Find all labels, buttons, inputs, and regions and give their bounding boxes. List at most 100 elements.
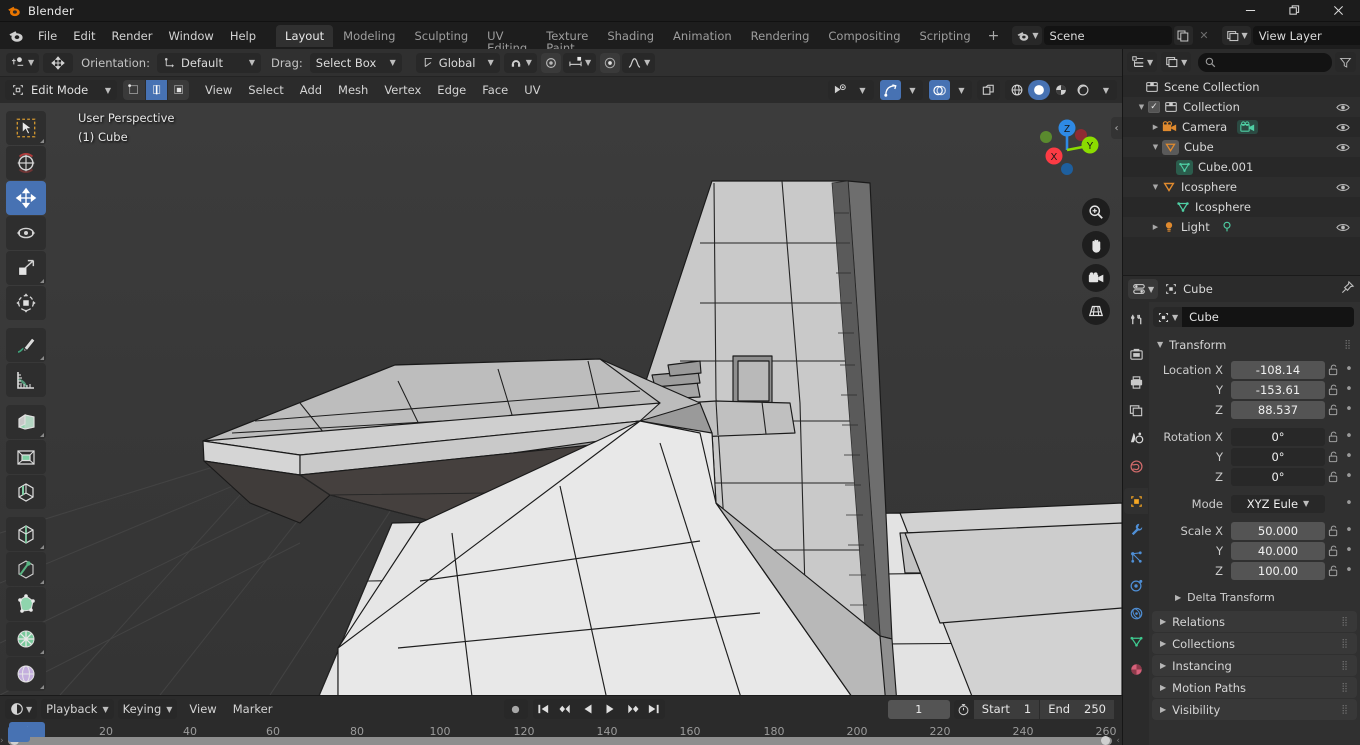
knife-tool[interactable]	[6, 552, 46, 586]
output-tab[interactable]	[1124, 369, 1148, 395]
visibility-eye-icon[interactable]	[1336, 102, 1350, 113]
chevron-down-icon[interactable]: ▼	[1149, 183, 1162, 191]
stopwatch-icon[interactable]	[954, 703, 974, 716]
lock-icon[interactable]	[1325, 451, 1342, 463]
toggle-xray-icon[interactable]	[978, 80, 999, 100]
smooth-tool[interactable]	[6, 657, 46, 691]
viewport-menu-face[interactable]: Face	[474, 80, 516, 100]
outliner-row-scene-collection[interactable]: Scene Collection	[1123, 77, 1360, 97]
tool-tab[interactable]	[1124, 306, 1148, 332]
viewlayer-browse-button[interactable]: ▼	[1221, 26, 1251, 45]
face-select-icon[interactable]	[167, 80, 189, 100]
viewport-menu-select[interactable]: Select	[240, 80, 291, 100]
inset-faces-tool[interactable]	[6, 440, 46, 474]
camera-data-icon[interactable]	[1237, 120, 1259, 134]
visibility-chevron-down-icon[interactable]: ▼	[851, 80, 872, 100]
start-frame-field[interactable]: Start 1	[973, 699, 1040, 719]
scene-tab[interactable]	[1124, 425, 1148, 451]
view-layer-tab[interactable]	[1124, 397, 1148, 423]
snap-to-increment-icon[interactable]: ▼	[562, 52, 597, 73]
location-y-field[interactable]: -153.61	[1231, 380, 1325, 399]
blender-menu-icon[interactable]	[8, 28, 24, 44]
scale-y-field[interactable]: 40.000	[1231, 541, 1325, 560]
animate-property-dot[interactable]: •	[1342, 430, 1356, 443]
render-tab[interactable]	[1124, 341, 1148, 367]
proportional-editing-toggle[interactable]	[600, 52, 621, 73]
rotation-z-field[interactable]: 0°	[1231, 467, 1325, 486]
outliner-filter-display-icon[interactable]: ▼	[1161, 52, 1192, 72]
rotate-tool[interactable]	[6, 216, 46, 250]
3d-viewport[interactable]: User Perspective (1) Cube Z Y X ‹	[0, 103, 1122, 695]
transform-tool[interactable]	[6, 286, 46, 320]
smooth-falloff-icon[interactable]: ▼	[622, 52, 656, 73]
scale-x-field[interactable]: 50.000	[1231, 521, 1325, 540]
remove-scene-icon[interactable]: ✕	[1195, 26, 1214, 45]
cursor-tool[interactable]	[6, 146, 46, 180]
location-z-field[interactable]: 88.537	[1231, 400, 1325, 419]
properties-editor-icon[interactable]: ▼	[1128, 279, 1159, 299]
scene-browse-button[interactable]: ▼	[1012, 26, 1042, 45]
visibility-panel-header[interactable]: ▶ Visibility ⣿	[1152, 699, 1357, 720]
filter-icon[interactable]	[1335, 52, 1356, 72]
outliner-row-icosphere[interactable]: ▼ Icosphere	[1123, 177, 1360, 197]
camera-view-icon[interactable]	[1082, 264, 1110, 292]
light-data-icon[interactable]	[1220, 220, 1234, 234]
move-gizmo-icon[interactable]	[43, 52, 74, 73]
timeline-ruler[interactable]: 20 40 60 80 100 120 140 160 180 200 220 …	[0, 722, 1122, 745]
location-x-field[interactable]: -108.14	[1231, 360, 1325, 379]
outliner-row-icosphere-data[interactable]: Icosphere	[1123, 197, 1360, 217]
animate-property-dot[interactable]: •	[1342, 544, 1356, 557]
rotation-x-field[interactable]: 0°	[1231, 427, 1325, 446]
relations-panel-header[interactable]: ▶ Relations ⣿	[1152, 611, 1357, 632]
rotation-y-field[interactable]: 0°	[1231, 447, 1325, 466]
menu-help[interactable]: Help	[222, 26, 264, 46]
timeline-editor-icon[interactable]: ▼	[5, 699, 38, 719]
lock-icon[interactable]	[1325, 565, 1342, 577]
toggle-perspective-icon[interactable]	[1082, 297, 1110, 325]
shading-chevron-down-icon[interactable]: ▼	[1094, 80, 1116, 100]
tab-shading[interactable]: Shading	[598, 25, 663, 47]
rotation-mode-dropdown[interactable]: XYZ Eule ▼	[1231, 494, 1325, 513]
transform-orientation-dropdown[interactable]: Global ▼	[415, 52, 500, 73]
search-input[interactable]	[1198, 52, 1332, 72]
object-visibility-icon[interactable]	[830, 80, 851, 100]
tweak-select-box-tool[interactable]	[6, 111, 46, 145]
lock-icon[interactable]	[1325, 525, 1342, 537]
animate-property-dot[interactable]: •	[1342, 383, 1356, 396]
vertex-select-icon[interactable]	[123, 80, 145, 100]
timeline-horizontal-scrollbar[interactable]	[8, 736, 1112, 745]
menu-window[interactable]: Window	[160, 26, 221, 46]
transform-panel-header[interactable]: ▼ Transform ⣿	[1149, 334, 1360, 355]
lock-icon[interactable]	[1325, 364, 1342, 376]
scroll-left-arrow-icon[interactable]: ›	[0, 736, 4, 745]
drag-dropdown[interactable]: Select Box ▼	[309, 52, 402, 73]
object-browse-icon[interactable]: ▼	[1153, 307, 1183, 327]
viewport-menu-edge[interactable]: Edge	[429, 80, 474, 100]
animate-property-dot[interactable]: •	[1342, 564, 1356, 577]
solid-shading-icon[interactable]	[1028, 80, 1050, 100]
material-shading-icon[interactable]	[1050, 80, 1072, 100]
menu-render[interactable]: Render	[104, 26, 161, 46]
tab-sculpting[interactable]: Sculpting	[405, 25, 477, 47]
loop-cut-tool[interactable]	[6, 517, 46, 551]
zoom-icon[interactable]	[1082, 198, 1110, 226]
snap-magnet-icon[interactable]: ▼	[503, 52, 537, 73]
outliner-row-light[interactable]: ▶ Light	[1123, 217, 1360, 237]
navigation-gizmo[interactable]: Z Y X	[1028, 111, 1106, 189]
motion-paths-panel-header[interactable]: ▶ Motion Paths ⣿	[1152, 677, 1357, 698]
lock-icon[interactable]	[1325, 384, 1342, 396]
tab-uv-editing[interactable]: UV Editing	[478, 25, 536, 54]
object-name-field[interactable]: Cube	[1182, 307, 1354, 327]
animate-property-dot[interactable]: •	[1342, 497, 1356, 510]
rendered-shading-icon[interactable]	[1072, 80, 1094, 100]
animate-property-dot[interactable]: •	[1342, 470, 1356, 483]
lock-icon[interactable]	[1325, 471, 1342, 483]
record-icon[interactable]	[503, 699, 528, 719]
world-tab[interactable]	[1124, 453, 1148, 479]
outliner-display-icon[interactable]: ▼	[1127, 52, 1158, 72]
collection-checkbox[interactable]: ✓	[1148, 101, 1160, 113]
orientation-dropdown[interactable]: Default ▼	[156, 52, 261, 73]
scroll-right-arrow-icon[interactable]: ‹	[1116, 736, 1120, 745]
wireframe-shading-icon[interactable]	[1006, 80, 1028, 100]
annotate-tool[interactable]	[6, 328, 46, 362]
